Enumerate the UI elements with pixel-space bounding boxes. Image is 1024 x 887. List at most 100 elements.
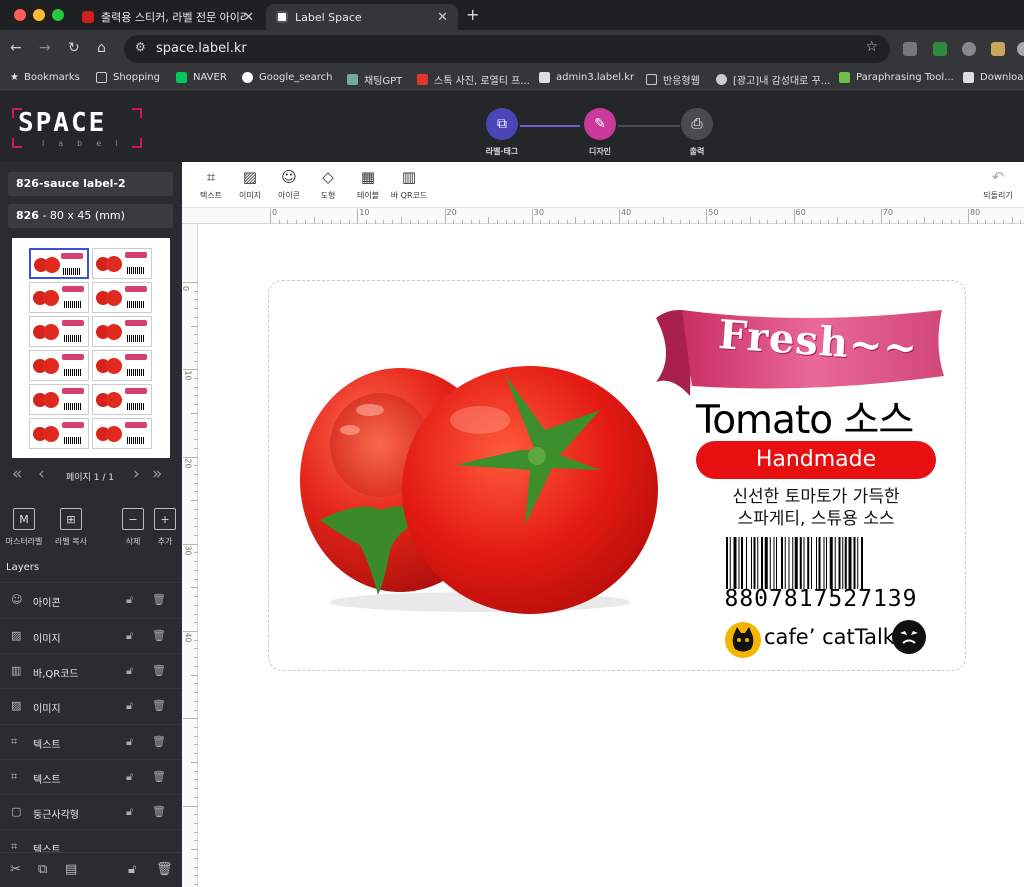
cut-icon[interactable]: ✂: [10, 862, 21, 877]
bookmark-item[interactable]: Paraphrasing Tool...: [839, 72, 954, 83]
bookmark-item[interactable]: admin3.label.kr: [539, 72, 634, 83]
bookmark-item[interactable]: Download: [963, 72, 1024, 83]
bookmark-item[interactable]: ★ Bookmarks: [10, 72, 80, 83]
trash-icon[interactable]: 🗑︎: [156, 862, 173, 877]
trash-icon[interactable]: 🗑︎: [152, 593, 166, 606]
thumbnail-label[interactable]: [29, 316, 89, 347]
bookmark-item[interactable]: 채팅GPT: [347, 72, 402, 87]
layer-row[interactable]: ⌗ 텍스트 🔓︎ 🗑︎: [0, 724, 182, 760]
trash-icon[interactable]: 🗑︎: [152, 735, 166, 748]
thumbnail-label[interactable]: [29, 282, 89, 313]
barcode-image[interactable]: [726, 537, 912, 589]
step-design[interactable]: ✎ 디자인: [570, 108, 630, 157]
close-tab-icon[interactable]: ✕: [243, 10, 254, 25]
add-text-button[interactable]: ⌗ 텍스트: [189, 167, 233, 201]
layer-row[interactable]: ⌗ 텍스트 🔓︎ 🗑︎: [0, 759, 182, 795]
maximize-window-button[interactable]: [52, 9, 64, 21]
bookmark-item[interactable]: 스톡 사진, 로열티 프...: [417, 72, 530, 87]
thumbnail-label[interactable]: [92, 316, 152, 347]
angry-cat-icon[interactable]: [892, 620, 926, 654]
add-table-button[interactable]: ▦ 테이블: [346, 167, 390, 201]
lock-icon[interactable]: 🔓︎: [126, 805, 133, 819]
thumbnail-label[interactable]: [92, 418, 152, 449]
trash-icon[interactable]: 🗑︎: [152, 664, 166, 677]
thumbnail-label[interactable]: [92, 282, 152, 313]
copy-label-button[interactable]: ⊞ 라벨 복사: [49, 508, 93, 547]
thumbnail-label[interactable]: [92, 350, 152, 381]
lock-icon[interactable]: 🔓︎: [128, 862, 136, 877]
trash-icon[interactable]: 🗑︎: [152, 629, 166, 642]
layer-row[interactable]: ▢ 둥근사각형 🔓︎ 🗑︎: [0, 794, 182, 830]
lock-icon[interactable]: 🔓︎: [126, 770, 133, 784]
last-page-icon[interactable]: »: [152, 464, 162, 484]
close-window-button[interactable]: [14, 9, 26, 21]
bookmark-item[interactable]: NAVER: [176, 72, 227, 83]
close-tab-icon[interactable]: ✕: [437, 10, 448, 25]
add-image-button[interactable]: ▨ 이미지: [228, 167, 272, 201]
site-settings-icon[interactable]: ⚙: [135, 40, 146, 54]
layer-row[interactable]: ▨ 이미지 🔓︎ 🗑︎: [0, 618, 182, 654]
trash-icon[interactable]: 🗑︎: [152, 805, 166, 818]
trash-icon[interactable]: 🗑︎: [152, 699, 166, 712]
paste-icon[interactable]: ▤: [65, 862, 77, 877]
step-label-tag[interactable]: ⧉ 라벨·태그: [472, 108, 532, 157]
bookmark-star-icon[interactable]: ☆: [865, 39, 878, 55]
thumbnail-label[interactable]: [29, 248, 89, 279]
globe-extension-icon[interactable]: [962, 42, 976, 56]
step-print[interactable]: ⎙ 출력: [667, 108, 727, 157]
bookmark-item[interactable]: 반응형웹: [646, 72, 700, 87]
thumbnail-label[interactable]: [92, 248, 152, 279]
minimize-window-button[interactable]: [33, 9, 45, 21]
product-title[interactable]: Tomato 소스: [696, 389, 914, 445]
thumbnail-label[interactable]: [29, 418, 89, 449]
forward-arrow-icon[interactable]: →: [39, 40, 51, 56]
label-name-field[interactable]: 826-sauce label-2: [8, 172, 173, 196]
layer-row[interactable]: ⌗ 텍스트: [0, 829, 182, 852]
reload-icon[interactable]: ↻: [68, 40, 80, 56]
cat-logo-icon[interactable]: [725, 622, 761, 658]
prev-page-icon[interactable]: ‹: [38, 464, 45, 484]
profile-icon[interactable]: [1017, 42, 1024, 56]
undo-button[interactable]: ↶ 되돌리기: [976, 167, 1020, 201]
layer-row[interactable]: ▨ 이미지 🔓︎ 🗑︎: [0, 688, 182, 724]
product-description[interactable]: 신선한 토마토가 가득한 스파게티, 스튜용 소스: [700, 486, 932, 530]
space-label-logo[interactable]: SPACE label: [12, 108, 142, 148]
trash-icon[interactable]: 🗑︎: [152, 770, 166, 783]
layer-row[interactable]: ☺ 아이콘 🔓︎ 🗑︎: [0, 582, 182, 618]
next-page-icon[interactable]: ›: [133, 464, 140, 484]
copy-icon[interactable]: ⧉: [38, 862, 47, 877]
logo-text: SPACE: [18, 108, 107, 138]
bookmark-item[interactable]: [광고]내 감성대로 꾸...: [716, 72, 830, 87]
handmade-badge[interactable]: Handmade: [696, 441, 936, 479]
browser-tab-ilabel[interactable]: 출력용 스티커, 라벨 전문 아이라벨 ✕: [72, 4, 264, 30]
master-label-button[interactable]: M 마스터라벨: [2, 508, 46, 547]
image-extension-icon[interactable]: [991, 42, 1005, 56]
address-bar[interactable]: ⚙ space.label.kr ☆: [124, 35, 890, 63]
tomato-image[interactable]: [290, 350, 670, 620]
lock-icon[interactable]: 🔓︎: [126, 664, 133, 678]
lock-icon[interactable]: 🔓︎: [126, 593, 133, 607]
new-tab-icon[interactable]: +: [466, 5, 479, 24]
bookmark-item[interactable]: Google_search: [242, 72, 332, 83]
lock-icon[interactable]: 🔓︎: [126, 629, 133, 643]
add-barcode-button[interactable]: ▥ 바 QR코드: [387, 167, 431, 201]
home-icon[interactable]: ⌂: [97, 40, 106, 56]
add-icon-button[interactable]: ☺ 아이콘: [267, 167, 311, 201]
browser-tab-label-space[interactable]: Label Space ✕: [266, 4, 458, 30]
page-thumbnail[interactable]: [12, 238, 170, 458]
add-label-button[interactable]: + 추가: [143, 508, 187, 547]
brand-name[interactable]: cafe’ catTalk: [764, 625, 895, 649]
first-page-icon[interactable]: «: [12, 464, 22, 484]
thumbnail-label[interactable]: [92, 384, 152, 415]
lock-icon[interactable]: 🔓︎: [126, 735, 133, 749]
barcode-bar: [794, 537, 798, 589]
camera-extension-icon[interactable]: [903, 42, 917, 56]
thumbnail-label[interactable]: [29, 350, 89, 381]
lock-icon[interactable]: 🔓︎: [126, 699, 133, 713]
back-arrow-icon[interactable]: ←: [10, 40, 22, 56]
layer-row[interactable]: ▥ 바,QR코드 🔓︎ 🗑︎: [0, 653, 182, 689]
thumbnail-label[interactable]: [29, 384, 89, 415]
bookmark-item[interactable]: Shopping: [96, 72, 160, 83]
green-extension-icon[interactable]: [933, 42, 947, 56]
add-shape-button[interactable]: ◇ 도형: [306, 167, 350, 201]
